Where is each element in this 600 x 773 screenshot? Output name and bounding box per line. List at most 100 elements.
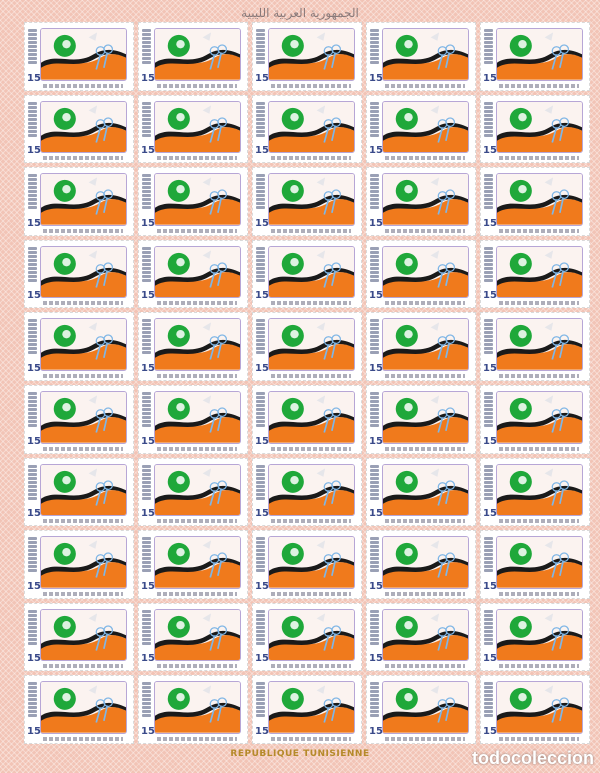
stamp-artwork — [268, 245, 355, 299]
stamp-caption — [157, 83, 237, 88]
stamp-caption — [385, 156, 465, 161]
stamp: 150 — [24, 312, 134, 381]
stamp: 150 — [252, 239, 362, 309]
stamp: 150 — [366, 602, 476, 672]
stamp-caption — [385, 664, 465, 669]
stamp: 150 — [480, 312, 590, 381]
stamp-artwork — [268, 608, 355, 662]
stamp-caption — [271, 446, 351, 451]
stamp-caption — [499, 519, 579, 524]
stamp: 150 — [480, 530, 590, 599]
stamp-caption — [43, 664, 123, 669]
stamp-caption — [271, 736, 351, 741]
stamp-caption — [43, 446, 123, 451]
stamp: 150 — [24, 239, 134, 309]
stamp-artwork — [382, 318, 469, 371]
stamp-caption — [43, 591, 123, 596]
stamp-artwork — [154, 28, 241, 81]
stamp: 150 — [138, 167, 248, 236]
stamp-caption — [43, 83, 123, 88]
stamp: 150 — [24, 384, 134, 454]
stamp-artwork — [40, 245, 127, 299]
stamp: 150 — [24, 457, 134, 527]
stamp: 150 — [138, 384, 248, 454]
stamp-artwork — [382, 173, 469, 226]
stamp-caption — [499, 591, 579, 596]
stamp: 150 — [252, 602, 362, 672]
stamp-artwork — [268, 390, 355, 444]
stamp: 150 — [24, 530, 134, 599]
stamp-artwork — [40, 536, 127, 589]
stamp-caption — [157, 373, 237, 378]
stamp-artwork — [40, 173, 127, 226]
stamp: 150 — [252, 530, 362, 599]
stamp-caption — [499, 156, 579, 161]
stamp: 150 — [252, 94, 362, 164]
watermark-logo: todocoleccion — [471, 748, 594, 768]
stamp: 150 — [366, 94, 476, 164]
stamp-caption — [385, 301, 465, 306]
stamp-caption — [271, 519, 351, 524]
stamp-artwork — [154, 100, 241, 154]
stamp: 150 — [24, 675, 134, 744]
stamp: 150 — [138, 239, 248, 309]
stamp-artwork — [496, 100, 583, 154]
stamp: 150 — [480, 457, 590, 527]
stamp: 150 — [366, 384, 476, 454]
stamp: 150 — [480, 602, 590, 672]
stamp-caption — [157, 736, 237, 741]
stamp: 150 — [24, 22, 134, 91]
stamp-caption — [157, 156, 237, 161]
stamp-caption — [43, 228, 123, 233]
stamp-caption — [157, 519, 237, 524]
stamp-artwork — [154, 390, 241, 444]
stamp: 150 — [252, 167, 362, 236]
stamp: 150 — [252, 675, 362, 744]
stamp-artwork — [382, 100, 469, 154]
stamp: 150 — [366, 239, 476, 309]
stamp-artwork — [40, 608, 127, 662]
stamp-caption — [271, 664, 351, 669]
stamp: 150 — [252, 312, 362, 381]
stamp-grid: 150 150 150 150 150 150 150 150 150 150 150 150 150 1… — [24, 22, 590, 744]
stamp-caption — [499, 301, 579, 306]
stamp-artwork — [268, 318, 355, 371]
stamp: 150 — [24, 94, 134, 164]
stamp-artwork — [154, 173, 241, 226]
stamp: 150 — [138, 602, 248, 672]
stamp: 150 — [24, 602, 134, 672]
stamp-artwork — [40, 28, 127, 81]
stamp-caption — [43, 156, 123, 161]
stamp: 150 — [366, 457, 476, 527]
stamp: 150 — [480, 384, 590, 454]
stamp-artwork — [382, 390, 469, 444]
stamp-artwork — [154, 681, 241, 734]
stamp-artwork — [496, 536, 583, 589]
stamp: 150 — [366, 312, 476, 381]
stamp-artwork — [268, 681, 355, 734]
stamp: 150 — [252, 22, 362, 91]
stamp-caption — [385, 83, 465, 88]
stamp: 150 — [480, 167, 590, 236]
stamp-caption — [499, 446, 579, 451]
stamp-artwork — [40, 463, 127, 517]
stamp-caption — [499, 736, 579, 741]
stamp-caption — [157, 228, 237, 233]
stamp-artwork — [382, 681, 469, 734]
stamp-caption — [271, 373, 351, 378]
stamp: 150 — [366, 167, 476, 236]
stamp-artwork — [154, 245, 241, 299]
stamp: 150 — [138, 94, 248, 164]
stamp-artwork — [40, 318, 127, 371]
stamp-artwork — [496, 463, 583, 517]
stamp-sheet: الجمهورية العربية الليبية 150 150 150 150 15… — [0, 0, 600, 773]
stamp-caption — [271, 591, 351, 596]
sheet-header: الجمهورية العربية الليبية — [241, 6, 359, 20]
stamp-artwork — [40, 681, 127, 734]
stamp: 150 — [24, 167, 134, 236]
stamp-caption — [385, 228, 465, 233]
stamp-artwork — [496, 608, 583, 662]
stamp: 150 — [366, 675, 476, 744]
stamp-caption — [43, 519, 123, 524]
stamp: 150 — [252, 384, 362, 454]
